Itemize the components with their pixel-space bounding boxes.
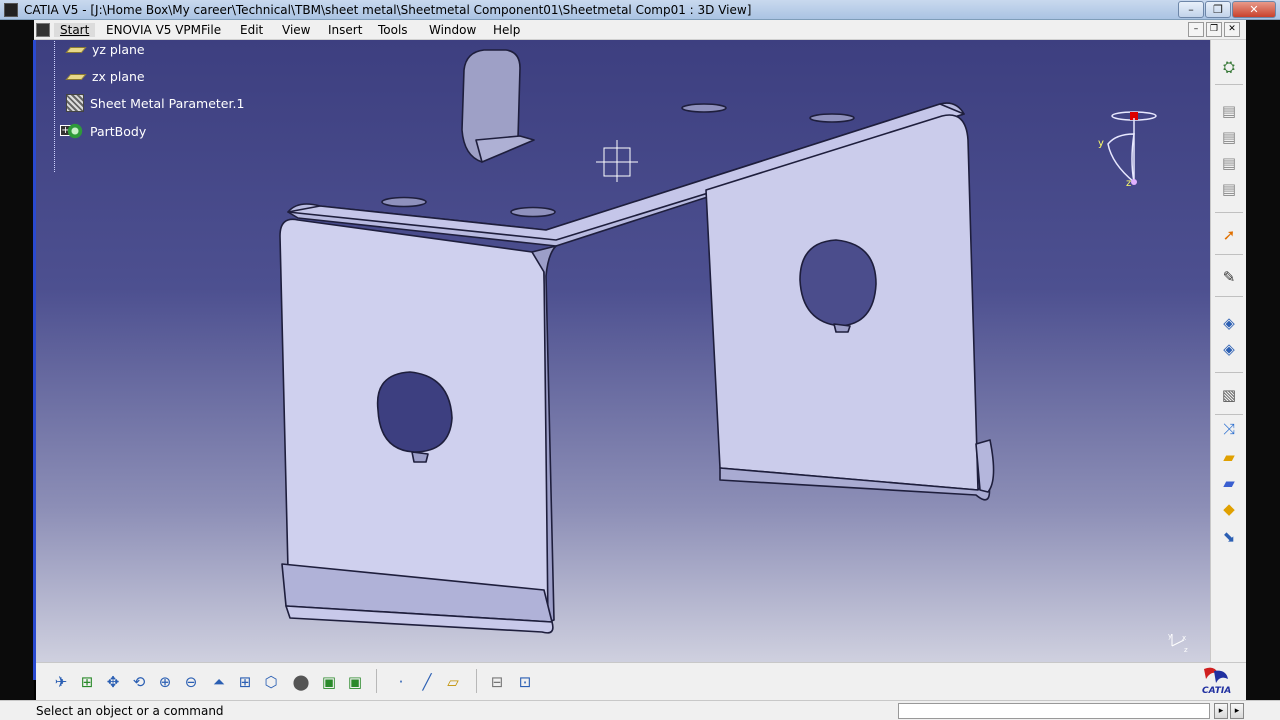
wall-icon[interactable]: ◈	[1217, 312, 1241, 334]
normal-view-icon[interactable]: ⏶	[208, 671, 230, 693]
disabled-tool-icon[interactable]: ▤	[1217, 126, 1241, 148]
menu-edit[interactable]: Edit	[240, 23, 263, 37]
swap-visible-space-icon[interactable]: ▣	[344, 671, 366, 693]
doc-minimize-button[interactable]: –	[1188, 22, 1204, 37]
left-frame	[0, 20, 36, 700]
window-title: CATIA V5 - [J:\Home Box\My career\Techni…	[24, 3, 752, 17]
disabled-tool-icon[interactable]: ▤	[1217, 178, 1241, 200]
menu-file[interactable]: File	[201, 23, 221, 37]
isometric-view-icon[interactable]: ⬡	[260, 671, 282, 693]
compass-y-label: y	[1098, 138, 1104, 149]
hole-icon[interactable]: ◆	[1217, 498, 1241, 520]
flange-icon[interactable]: ◈	[1217, 338, 1241, 360]
menu-tools[interactable]: Tools	[378, 23, 408, 37]
document-icon[interactable]	[36, 23, 50, 37]
measure-item-icon[interactable]: ⊡	[514, 671, 536, 693]
restore-button[interactable]: ❐	[1205, 1, 1231, 18]
sketch-icon[interactable]: ✎	[1217, 266, 1241, 288]
corner-z-label: z	[1184, 646, 1188, 654]
plane-icon	[66, 41, 86, 57]
rotate-icon[interactable]: ⟲	[128, 671, 150, 693]
zoom-in-icon[interactable]: ⊕	[154, 671, 176, 693]
catia-logo: CATIA	[1202, 667, 1231, 696]
tree-connector-line	[54, 40, 55, 172]
toolbar-separator	[1215, 296, 1243, 297]
measure-between-icon[interactable]: ⊟	[486, 671, 508, 693]
gear-icon	[66, 122, 84, 140]
status-message: Select an object or a command	[36, 704, 224, 718]
command-enter-button[interactable]: ▸	[1214, 703, 1228, 719]
select-arrow-icon[interactable]: ➚	[1217, 224, 1241, 246]
point-icon[interactable]: ·	[390, 671, 412, 693]
tree-item-label: Sheet Metal Parameter.1	[90, 95, 245, 111]
menu-insert[interactable]: Insert	[328, 23, 362, 37]
title-bar: CATIA V5 - [J:\Home Box\My career\Techni…	[0, 0, 1280, 20]
plane-tool-icon[interactable]: ▱	[442, 671, 464, 693]
pan-icon[interactable]: ✥	[102, 671, 124, 693]
corner-y-label: y	[1168, 632, 1172, 640]
doc-restore-button[interactable]: ❐	[1206, 22, 1222, 37]
bottom-toolbar: ✈ ⊞ ✥ ⟲ ⊕ ⊖ ⏶ ⊞ ⬡ ⬤ ▣ ▣ · ╱ ▱ ⊟ ⊡ CATIA	[36, 662, 1246, 700]
window-controls: – ❐ ✕	[1178, 1, 1276, 18]
axis-system-icon: y x z	[1168, 632, 1188, 654]
disabled-tool-icon[interactable]: ▤	[1217, 152, 1241, 174]
toolbar-separator	[1215, 212, 1243, 213]
menu-help[interactable]: Help	[493, 23, 520, 37]
menu-start[interactable]: Start	[54, 23, 96, 37]
tree-item-label: yz plane	[92, 41, 145, 57]
toolbar-separator	[376, 669, 377, 693]
minimize-button[interactable]: –	[1178, 1, 1204, 18]
document-window-controls: – ❐ ✕	[1188, 22, 1240, 37]
menu-enovia[interactable]: ENOVIA V5 VPM	[106, 23, 201, 37]
stamp-icon[interactable]: ▰	[1217, 446, 1241, 468]
compass-z-label: z	[1126, 178, 1131, 189]
pattern-icon[interactable]: ⬊	[1217, 526, 1241, 548]
catia-app-icon[interactable]	[4, 3, 18, 17]
3d-viewport[interactable]: yz plane zx plane Sheet Metal Parameter.…	[36, 40, 1210, 662]
tree-item-label: zx plane	[92, 68, 145, 84]
tree-item-label: PartBody	[90, 123, 147, 139]
fly-mode-icon[interactable]: ✈	[50, 671, 72, 693]
tree-item-zx-plane[interactable]: zx plane	[66, 68, 145, 84]
sheet-metal-icon	[66, 94, 84, 112]
multi-view-icon[interactable]: ⊞	[234, 671, 256, 693]
sheet-metal-workbench-icon[interactable]: ⛭	[1217, 56, 1241, 78]
right-frame	[1246, 20, 1280, 700]
command-cancel-button[interactable]: ▸	[1230, 703, 1244, 719]
line-icon[interactable]: ╱	[416, 671, 438, 693]
right-toolbar: ⛭ ▤ ▤ ▤ ▤ ➚ ✎ ◈ ◈ ▧ ⤨ ▰ ▰ ◆ ⬊	[1210, 40, 1246, 662]
hide-show-icon[interactable]: ▣	[318, 671, 340, 693]
menu-bar: Start ENOVIA V5 VPM File Edit View Inser…	[0, 20, 1280, 40]
unfold-icon[interactable]: ▧	[1217, 384, 1241, 406]
toolbar-separator	[1215, 372, 1243, 373]
command-input[interactable]	[898, 703, 1210, 719]
corner-x-label: x	[1182, 634, 1186, 642]
sheet-metal-part[interactable]	[36, 40, 1210, 662]
toolbar-separator	[1215, 254, 1243, 255]
fit-all-icon[interactable]: ⊞	[76, 671, 98, 693]
menu-window[interactable]: Window	[429, 23, 476, 37]
status-bar: Select an object or a command ▸ ▸	[0, 700, 1280, 720]
tree-item-partbody[interactable]: + PartBody	[60, 122, 147, 140]
toolbar-separator	[1215, 84, 1243, 85]
tree-item-sheet-metal-parameter[interactable]: Sheet Metal Parameter.1	[66, 94, 244, 112]
disabled-tool-icon[interactable]: ▤	[1217, 100, 1241, 122]
zoom-out-icon[interactable]: ⊖	[180, 671, 202, 693]
toolbar-separator	[476, 669, 477, 693]
catia-logo-text: CATIA	[1202, 686, 1231, 696]
bend-icon[interactable]: ⤨	[1217, 418, 1241, 440]
shading-icon[interactable]: ⬤	[290, 671, 312, 693]
toolbar-separator	[1215, 414, 1243, 415]
close-button[interactable]: ✕	[1232, 1, 1276, 18]
plane-icon	[66, 68, 86, 84]
cut-icon[interactable]: ▰	[1217, 472, 1241, 494]
menu-view[interactable]: View	[282, 23, 310, 37]
tree-item-yz-plane[interactable]: yz plane	[66, 41, 145, 57]
compass-icon[interactable]: y z	[1086, 104, 1166, 194]
doc-close-button[interactable]: ✕	[1224, 22, 1240, 37]
